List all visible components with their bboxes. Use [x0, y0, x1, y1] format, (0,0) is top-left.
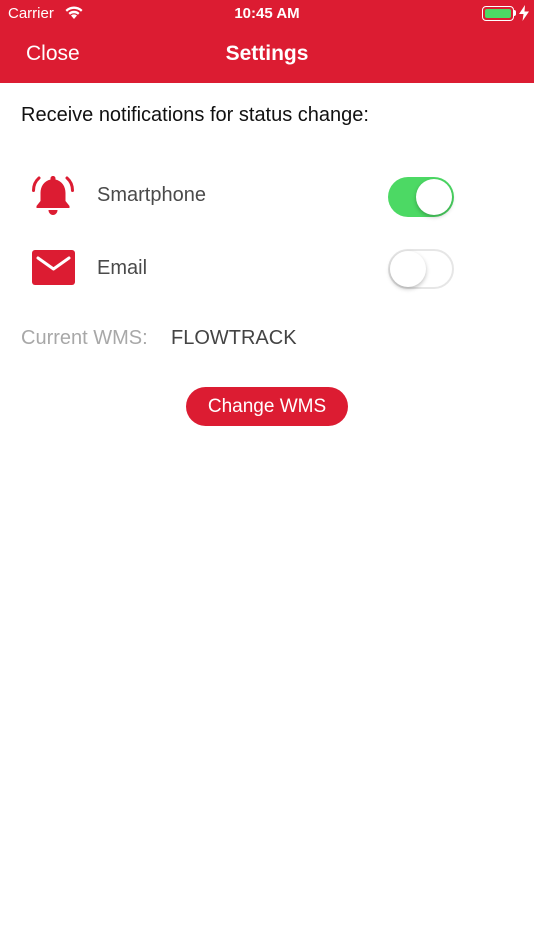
- email-label: Email: [97, 257, 148, 279]
- notifications-intro: Receive notifications for status change:: [21, 104, 369, 126]
- status-bar: Carrier 10:45 AM: [0, 0, 534, 28]
- close-button[interactable]: Close: [26, 42, 80, 66]
- current-wms-label: Current WMS:: [21, 327, 148, 349]
- current-wms-value: FLOWTRACK: [171, 327, 297, 349]
- bolt-icon: [519, 5, 529, 26]
- app-header: Carrier 10:45 AM Close Settings: [0, 0, 534, 83]
- clock: 10:45 AM: [234, 5, 300, 22]
- bell-icon: [31, 174, 75, 221]
- page-title: Settings: [225, 42, 309, 65]
- email-toggle[interactable]: [388, 249, 454, 289]
- battery-icon: [482, 6, 514, 21]
- smartphone-label: Smartphone: [97, 184, 206, 206]
- envelope-icon: [32, 250, 75, 290]
- change-wms-button[interactable]: Change WMS: [186, 387, 348, 426]
- smartphone-toggle[interactable]: [388, 177, 454, 217]
